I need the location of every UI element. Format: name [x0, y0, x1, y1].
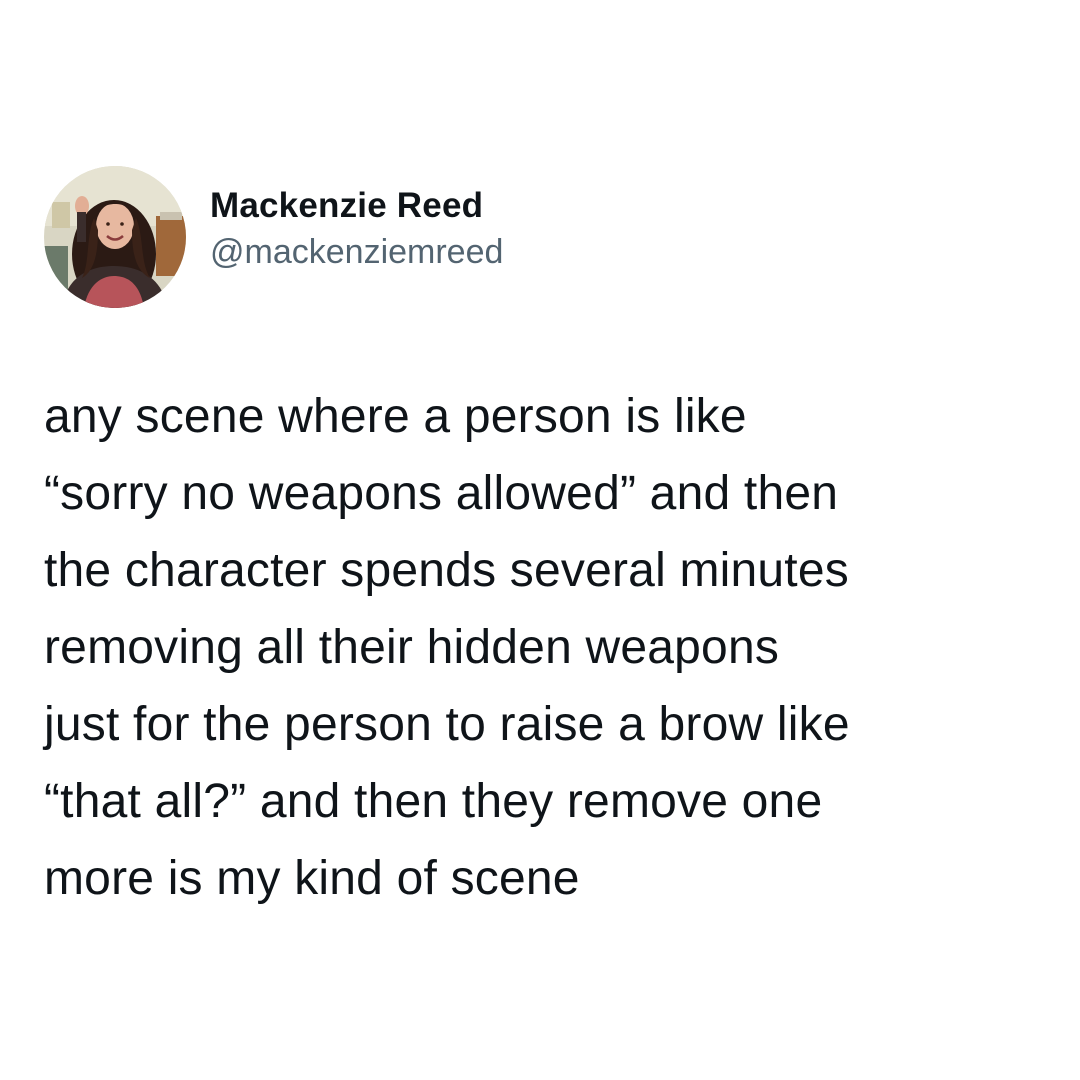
author-names: Mackenzie Reed @mackenziemreed: [210, 184, 503, 276]
avatar[interactable]: [44, 166, 186, 308]
tweet-text: any scene where a person is like “sorry …: [44, 390, 850, 905]
avatar-photo-icon: [44, 166, 186, 308]
author-display-name[interactable]: Mackenzie Reed: [210, 184, 503, 228]
author-handle[interactable]: @mackenziemreed: [210, 228, 503, 276]
tweet-author: Mackenzie Reed @mackenziemreed: [44, 166, 503, 308]
tweet-screenshot: Mackenzie Reed @mackenziemreed any scene…: [0, 0, 1080, 1080]
